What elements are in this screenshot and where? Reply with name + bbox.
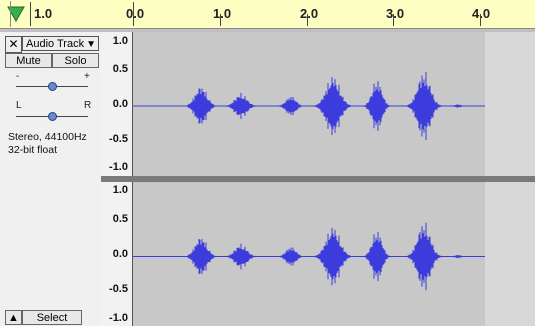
ruler-tick (307, 14, 308, 26)
gain-plus-label: + (84, 71, 90, 82)
solo-button[interactable]: Solo (52, 53, 99, 68)
ruler-label: 1.0 (34, 6, 53, 21)
close-icon: ✕ (8, 37, 19, 51)
ruler-tick (393, 14, 394, 26)
amplitude-tick: -0.5 (109, 283, 128, 295)
track-format-rate: Stereo, 44100Hz (8, 131, 87, 143)
gain-minus-label: - (16, 71, 20, 82)
collapse-track-button[interactable]: ▲ (5, 310, 22, 325)
ruler-divider (10, 1, 11, 27)
ruler-tick (480, 14, 481, 26)
ruler-label: 4.0 (472, 6, 491, 21)
collapse-icon: ▲ (8, 312, 19, 324)
track-format-depth: 32-bit float (8, 144, 58, 156)
pan-right-label: R (84, 100, 92, 111)
waveform-right (133, 222, 485, 291)
ruler-label: 2.0 (300, 6, 319, 21)
amplitude-tick: 1.0 (112, 184, 128, 196)
amplitude-tick: 1.0 (112, 35, 128, 47)
waveform-left (133, 72, 485, 140)
amplitude-tick: 0.5 (112, 63, 128, 75)
ruler-tick (30, 2, 31, 26)
track-name-menu[interactable]: Audio Track ▼ (22, 36, 99, 51)
waveform-channel-left[interactable] (133, 32, 485, 176)
select-track-button[interactable]: Select (22, 310, 82, 325)
gain-slider-thumb[interactable] (48, 82, 57, 91)
timeline-ruler[interactable]: 1.0 0.0 1.0 2.0 3.0 4.0 (0, 0, 535, 29)
pan-slider-thumb[interactable] (48, 112, 57, 121)
mute-button[interactable]: Mute (5, 53, 52, 68)
channel-separator (101, 176, 535, 182)
close-track-button[interactable]: ✕ (5, 36, 22, 53)
amplitude-tick: -1.0 (109, 312, 128, 324)
waveform-channel-right[interactable] (133, 183, 485, 326)
amplitude-tick: 0.5 (112, 213, 128, 225)
amplitude-tick: 0.0 (112, 98, 128, 110)
ruler-label: 1.0 (213, 6, 232, 21)
ruler-label: 0.0 (126, 6, 145, 21)
amplitude-tick: 0.0 (112, 248, 128, 260)
track-name-label: Audio Track (26, 38, 85, 50)
ruler-tick (133, 2, 134, 26)
ruler-tick (220, 14, 221, 26)
pan-left-label: L (16, 100, 22, 111)
ruler-label: 3.0 (386, 6, 405, 21)
dropdown-arrow-icon: ▼ (86, 39, 96, 50)
amplitude-tick: -0.5 (109, 133, 128, 145)
amplitude-tick: -1.0 (109, 161, 128, 173)
